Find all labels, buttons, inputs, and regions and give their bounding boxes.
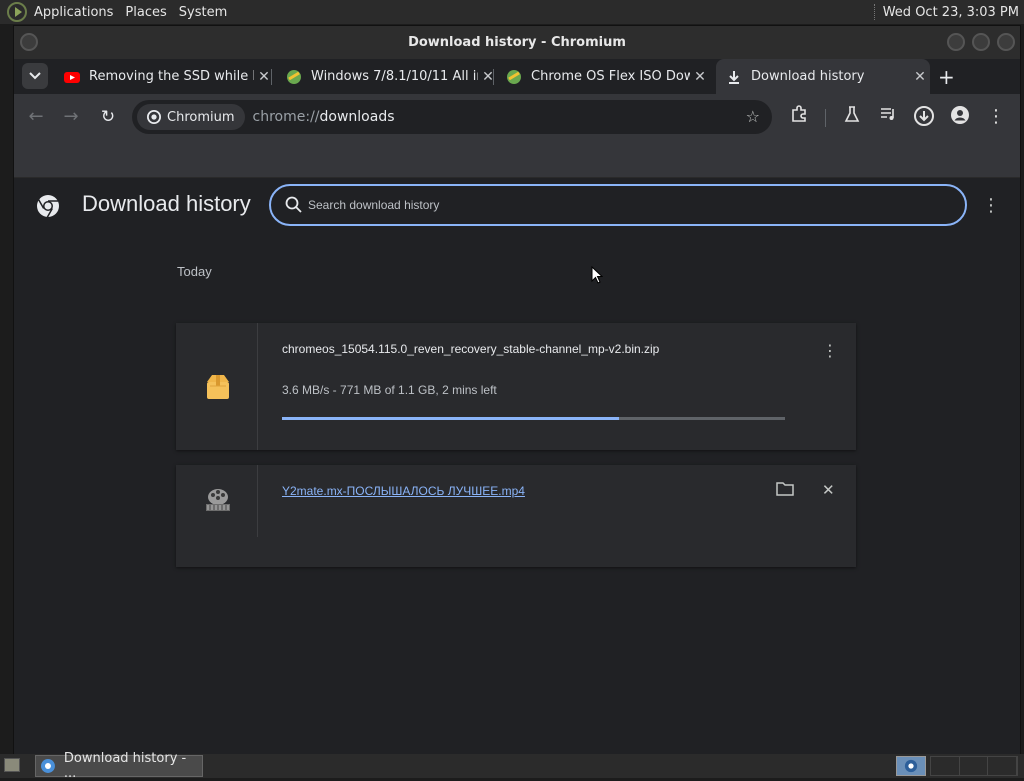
new-tab-button[interactable]: + [938, 65, 955, 89]
browser-toolbar: ← → ↻ Chromium chrome://downloads ☆ ⋮ [14, 94, 1020, 140]
chromium-logo-icon [37, 195, 59, 218]
window-title: Download history - Chromium [408, 35, 626, 50]
top-panel: Applications Places System Wed Oct 23, 3… [0, 0, 1024, 24]
archive-icon [207, 375, 229, 399]
window-titlebar[interactable]: Download history - Chromium [14, 26, 1020, 59]
applications-menu[interactable]: Applications [28, 5, 119, 20]
profile-avatar-icon[interactable] [948, 105, 972, 129]
tab-strip: Removing the SSD while l ✕ Windows 7/8.1… [14, 59, 1020, 94]
tab-divider [271, 69, 272, 85]
places-menu[interactable]: Places [119, 5, 172, 20]
workspace-1[interactable] [896, 756, 926, 776]
download-icon [729, 70, 739, 84]
bookmark-star-icon[interactable]: ☆ [746, 107, 760, 126]
extensions-icon[interactable] [787, 105, 811, 129]
page-title: Download history [82, 191, 251, 216]
chromium-icon [147, 110, 161, 124]
chrome-menu-icon[interactable]: ⋮ [984, 105, 1008, 129]
page-more-menu-icon[interactable]: ⋮ [982, 194, 1000, 218]
download-filename[interactable]: chromeos_15054.115.0_reven_recovery_stab… [282, 342, 659, 356]
tab-search-button[interactable] [22, 63, 48, 89]
bookmark-bar [14, 140, 1020, 178]
labs-flask-icon[interactable] [840, 105, 864, 129]
video-file-icon [206, 489, 230, 511]
chromium-icon [40, 759, 55, 773]
file-icon-column [176, 323, 258, 450]
media-controls-icon[interactable] [876, 105, 900, 129]
close-tab-icon[interactable]: ✕ [910, 69, 930, 85]
clock[interactable]: Wed Oct 23, 3:03 PM [883, 5, 1019, 20]
address-bar[interactable]: Chromium chrome://downloads ☆ [132, 100, 772, 134]
reload-button[interactable]: ↻ [96, 106, 120, 130]
tab-divider [493, 69, 494, 85]
downloads-toolbar-icon[interactable] [912, 105, 936, 129]
site-icon [507, 69, 521, 84]
search-box[interactable] [269, 184, 967, 226]
search-input[interactable] [308, 198, 908, 212]
tab-windows[interactable]: Windows 7/8.1/10/11 All in ✕ [276, 59, 498, 94]
workspace-4[interactable] [988, 757, 1018, 775]
distro-logo-icon[interactable] [7, 2, 27, 22]
workspace-2[interactable] [931, 757, 960, 775]
taskbar-window-button[interactable]: Download history - ... [35, 751, 203, 781]
system-menu[interactable]: System [173, 5, 233, 20]
download-more-actions-icon[interactable]: ⋮ [822, 341, 838, 361]
window-menu-button[interactable] [20, 33, 38, 51]
forward-button[interactable]: → [59, 106, 83, 130]
workspace-3[interactable] [960, 757, 989, 775]
file-icon-column [176, 465, 258, 537]
tab-download-history[interactable]: Download history ✕ [716, 59, 930, 94]
downloads-page: Download history ⋮ Today chromeos_15054.… [14, 178, 1020, 755]
download-filename-link[interactable]: Y2mate.mx-ПОСЛЫШАЛОСЬ ЛУЧШЕЕ.mp4 [282, 484, 525, 498]
tab-youtube[interactable]: Removing the SSD while l ✕ [54, 59, 274, 94]
download-item: chromeos_15054.115.0_reven_recovery_stab… [176, 323, 856, 450]
chevron-down-icon [29, 72, 41, 80]
close-window-button[interactable] [997, 33, 1015, 51]
close-tab-icon[interactable]: ✕ [690, 69, 710, 85]
back-button[interactable]: ← [24, 106, 48, 130]
tab-chrome-os-flex[interactable]: Chrome OS Flex ISO Dow ✕ [496, 59, 710, 94]
browser-window: Download history - Chromium Removing the… [13, 25, 1021, 755]
youtube-icon [64, 71, 80, 83]
workspace-switcher[interactable] [930, 756, 1018, 776]
close-tab-icon[interactable]: ✕ [478, 69, 498, 85]
site-info-label: Chromium [167, 109, 235, 125]
maximize-button[interactable] [972, 33, 990, 51]
panel-separator [873, 4, 875, 20]
downloads-header: Download history ⋮ [14, 178, 1020, 236]
minimize-button[interactable] [947, 33, 965, 51]
url-text[interactable]: chrome://downloads [253, 109, 395, 125]
toolbar-separator [825, 109, 826, 127]
download-status: 3.6 MB/s - 771 MB of 1.1 GB, 2 mins left [282, 383, 497, 397]
remove-download-icon[interactable]: ✕ [822, 481, 835, 499]
tab-title: Download history [751, 69, 865, 84]
download-progress-fill [282, 417, 619, 420]
site-info-chip[interactable]: Chromium [137, 104, 245, 130]
mouse-cursor-icon [591, 266, 603, 284]
chromium-icon [904, 759, 918, 773]
bottom-panel: Download history - ... [0, 751, 1024, 781]
show-desktop-icon[interactable] [4, 758, 20, 772]
taskbar-window-label: Download history - ... [63, 751, 187, 781]
tab-title: Windows 7/8.1/10/11 All in [311, 69, 478, 84]
download-item: Y2mate.mx-ПОСЛЫШАЛОСЬ ЛУЧШЕЕ.mp4 ✕ [176, 465, 856, 567]
download-progress-bar [282, 417, 785, 420]
url-scheme: chrome:// [252, 109, 320, 125]
tab-title: Chrome OS Flex ISO Dow [531, 69, 690, 84]
site-icon [287, 69, 301, 84]
date-section-label: Today [177, 264, 212, 279]
url-host: downloads [319, 109, 395, 125]
show-in-folder-icon[interactable] [776, 481, 794, 500]
tab-title: Removing the SSD while l [89, 69, 254, 84]
search-icon [285, 196, 302, 213]
